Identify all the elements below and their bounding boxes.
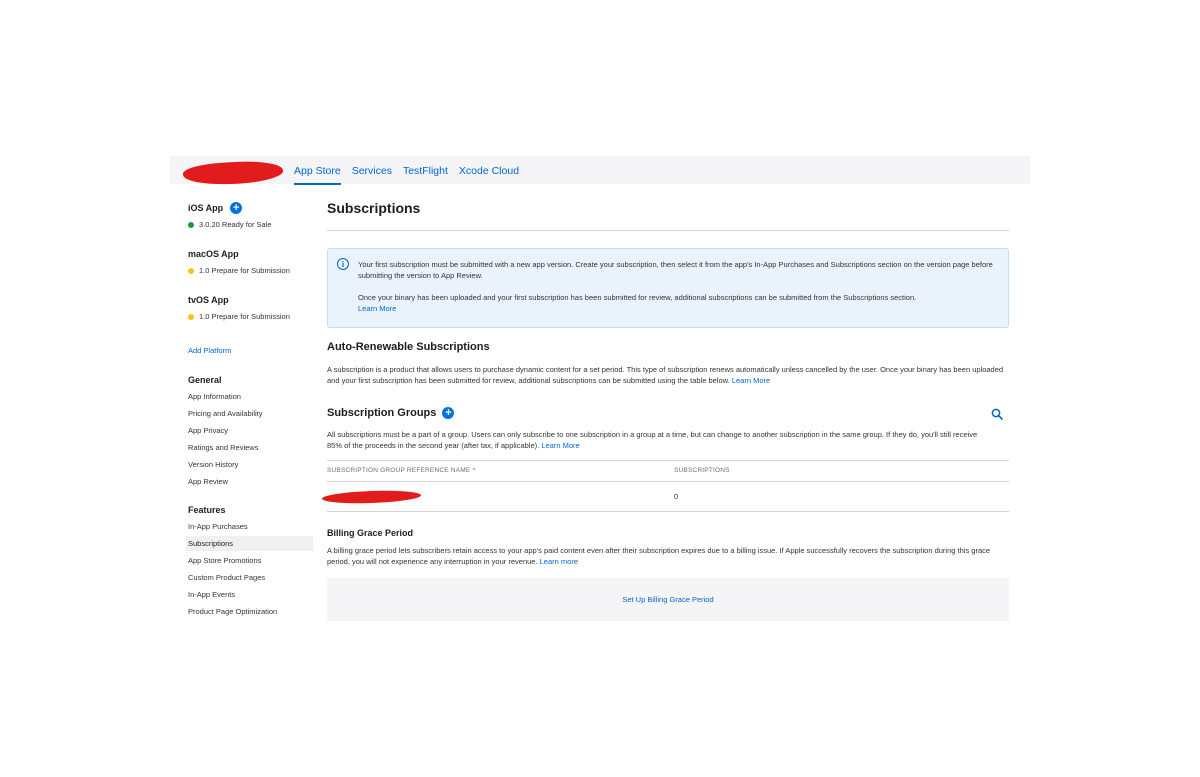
- platform-ios-status: 3.0.20 Ready for Sale: [188, 220, 272, 229]
- sidebar-item-product-page-optimization[interactable]: Product Page Optimization: [188, 607, 277, 616]
- billing-grace-learn-more-link[interactable]: Learn more: [540, 557, 578, 566]
- info-icon: i: [337, 258, 349, 270]
- redacted-group-name[interactable]: [321, 489, 422, 505]
- billing-grace-panel: Set Up Billing Grace Period: [327, 578, 1009, 621]
- platform-macos-label: macOS App: [188, 249, 239, 259]
- sidebar-item-version-history[interactable]: Version History: [188, 460, 238, 469]
- subscription-groups-description: All subscriptions must be a part of a gr…: [327, 430, 987, 452]
- sidebar-item-ratings[interactable]: Ratings and Reviews: [188, 443, 258, 452]
- table-bottom-divider: [327, 511, 1009, 512]
- status-dot-icon: [188, 267, 194, 274]
- table-cell-subscriptions-count: 0: [674, 492, 679, 501]
- platform-macos-status-text: 1.0 Prepare for Submission: [199, 266, 290, 275]
- platform-macos-status: 1.0 Prepare for Submission: [188, 266, 290, 275]
- tab-app-store[interactable]: App Store: [294, 165, 341, 185]
- tab-services[interactable]: Services: [352, 165, 392, 185]
- platform-tvos[interactable]: tvOS App: [188, 295, 229, 305]
- sidebar-item-subscriptions[interactable]: Subscriptions: [188, 539, 233, 548]
- subscription-groups-title: Subscription Groups: [327, 407, 437, 419]
- table-header-divider: [327, 481, 1009, 482]
- billing-grace-description: A billing grace period lets subscribers …: [327, 546, 1007, 568]
- setup-billing-grace-button[interactable]: Set Up Billing Grace Period: [622, 595, 713, 604]
- sidebar-item-pricing[interactable]: Pricing and Availability: [188, 409, 263, 418]
- sidebar-item-custom-product-pages[interactable]: Custom Product Pages: [188, 573, 265, 582]
- platform-tvos-label: tvOS App: [188, 295, 229, 305]
- info-learn-more-link[interactable]: Learn More: [358, 304, 396, 313]
- sidebar-section-features: Features: [188, 505, 226, 515]
- auto-renewable-title: Auto-Renewable Subscriptions: [327, 341, 490, 353]
- platform-macos[interactable]: macOS App: [188, 249, 239, 259]
- sidebar-section-general: General: [188, 375, 222, 385]
- tab-testflight[interactable]: TestFlight: [403, 165, 448, 185]
- auto-renewable-text: A subscription is a product that allows …: [327, 365, 1004, 385]
- status-dot-icon: [188, 313, 194, 320]
- sidebar-item-app-information[interactable]: App Information: [188, 392, 241, 401]
- auto-renewable-learn-more-link[interactable]: Learn More: [732, 376, 770, 385]
- billing-grace-text: A billing grace period lets subscribers …: [327, 546, 991, 566]
- column-header-group-name[interactable]: SUBSCRIPTION GROUP REFERENCE NAME ^: [327, 467, 476, 474]
- auto-renewable-description: A subscription is a product that allows …: [327, 365, 1007, 387]
- platform-ios-label: iOS App: [188, 203, 224, 213]
- table-top-divider: [327, 460, 1009, 461]
- sidebar-item-app-store-promotions[interactable]: App Store Promotions: [188, 556, 261, 565]
- platform-tvos-status: 1.0 Prepare for Submission: [188, 312, 290, 321]
- subscription-groups-text: All subscriptions must be a part of a gr…: [327, 430, 978, 450]
- platform-ios[interactable]: iOS App +: [188, 202, 243, 214]
- tab-xcode-cloud[interactable]: Xcode Cloud: [459, 165, 519, 185]
- page-title: Subscriptions: [327, 200, 421, 216]
- sidebar-item-in-app-purchases[interactable]: In-App Purchases: [188, 522, 248, 531]
- add-platform-link[interactable]: Add Platform: [188, 346, 231, 355]
- billing-grace-title: Billing Grace Period: [327, 528, 414, 538]
- subscription-groups-learn-more-link[interactable]: Learn More: [541, 441, 579, 450]
- sidebar-item-in-app-events[interactable]: In-App Events: [188, 590, 235, 599]
- top-nav-tabs: App Store Services TestFlight Xcode Clou…: [294, 165, 519, 185]
- sidebar-item-app-privacy[interactable]: App Privacy: [188, 426, 228, 435]
- search-icon[interactable]: [991, 408, 1003, 420]
- platform-ios-status-text: 3.0.20 Ready for Sale: [199, 220, 272, 229]
- info-banner-text-2-body: Once your binary has been uploaded and y…: [358, 293, 917, 302]
- add-version-icon[interactable]: +: [230, 202, 243, 214]
- title-divider: [327, 230, 1009, 231]
- status-dot-icon: [188, 221, 194, 228]
- info-banner-text-2: Once your binary has been uploaded and y…: [358, 293, 998, 314]
- platform-tvos-status-text: 1.0 Prepare for Submission: [199, 312, 290, 321]
- info-banner-text-1: Your first subscription must be submitte…: [358, 260, 993, 280]
- subscription-groups-header: Subscription Groups +: [327, 407, 455, 419]
- sidebar-item-app-review[interactable]: App Review: [188, 477, 228, 486]
- add-subscription-group-icon[interactable]: +: [442, 407, 455, 419]
- column-header-subscriptions: SUBSCRIPTIONS: [674, 467, 730, 474]
